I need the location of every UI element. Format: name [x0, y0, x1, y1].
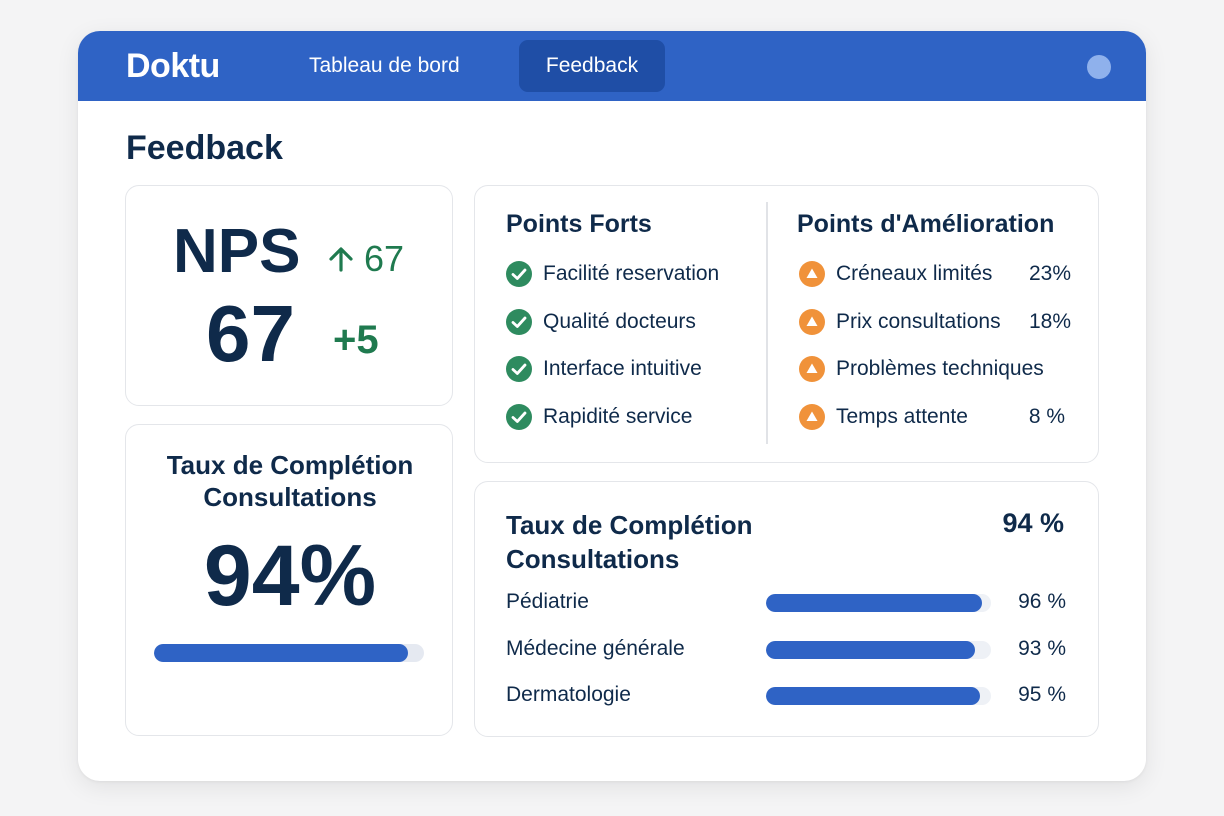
- improvement-item: Prix consultations 18%: [799, 307, 1071, 337]
- department-row: Dermatologie 95 %: [506, 681, 1066, 711]
- department-progress-bar: [766, 594, 991, 612]
- department-progress-fill: [766, 641, 976, 659]
- strength-label: Qualité docteurs: [543, 310, 696, 333]
- page-title: Feedback: [126, 129, 283, 167]
- department-title-line2: Consultations: [506, 544, 680, 574]
- nps-trend-value: 67: [364, 238, 405, 279]
- improvement-label: Prix consultations: [836, 310, 1001, 333]
- department-total-value: 94 %: [1002, 508, 1064, 538]
- improvement-label: Temps attente: [836, 405, 968, 428]
- department-progress-bar: [766, 687, 991, 705]
- department-progress-fill: [766, 594, 982, 612]
- completion-title: Taux de Complétion Consultations: [126, 449, 454, 513]
- nav-tab-tableau-de-bord[interactable]: Tableau de bord: [287, 40, 482, 92]
- department-name: Médecine générale: [506, 637, 685, 660]
- strength-label: Interface intuitive: [543, 357, 702, 380]
- improvement-pct: 23%: [1028, 262, 1071, 285]
- department-pct: 95 %: [1018, 683, 1066, 706]
- user-avatar[interactable]: [1087, 55, 1111, 79]
- column-divider: [766, 202, 768, 444]
- completion-value: 94%: [203, 528, 377, 624]
- completion-progress-bar: [154, 644, 424, 662]
- completion-progress-fill: [154, 644, 408, 662]
- points-card: Points Forts Points d'Amélioration Facil…: [474, 185, 1099, 463]
- warning-triangle-icon: [799, 356, 825, 382]
- improvement-pct: 8 %: [1028, 405, 1065, 428]
- improvement-label: Créneaux limités: [836, 262, 993, 285]
- department-progress-bar: [766, 641, 991, 659]
- improvement-item: Problèmes techniques: [799, 354, 1071, 384]
- nps-delta: +5: [333, 318, 379, 362]
- department-name: Pédiatrie: [506, 590, 589, 613]
- app-window: Doktu Tableau de bord Feedback Feedback …: [78, 31, 1146, 781]
- department-completion-title: Taux de Complétion Consultations: [506, 508, 753, 576]
- strength-label: Facilité reservation: [543, 262, 720, 285]
- warning-triangle-icon: [799, 309, 825, 335]
- completion-card: Taux de Complétion Consultations 94%: [125, 424, 453, 736]
- arrow-up-icon: [329, 247, 353, 272]
- nps-score: 67: [206, 289, 295, 378]
- improvement-pct: 18%: [1028, 310, 1071, 333]
- warning-triangle-icon: [799, 404, 825, 430]
- department-title-line1: Taux de Complétion: [506, 510, 753, 540]
- completion-title-line1: Taux de Complétion: [166, 450, 414, 480]
- check-circle-icon: [506, 356, 532, 382]
- department-completion-card: Taux de Complétion Consultations 94 % Pé…: [474, 481, 1099, 737]
- check-circle-icon: [506, 309, 532, 335]
- nav-tab-feedback[interactable]: Feedback: [519, 40, 665, 92]
- department-row: Médecine générale 93 %: [506, 635, 1066, 665]
- completion-title-line2: Consultations: [203, 482, 377, 512]
- improvements-title: Points d'Amélioration: [797, 210, 1055, 238]
- warning-triangle-icon: [799, 261, 825, 287]
- strength-label: Rapidité service: [543, 405, 693, 428]
- top-navbar: Doktu Tableau de bord Feedback: [78, 31, 1146, 101]
- department-name: Dermatologie: [506, 683, 631, 706]
- strength-item: Qualité docteurs: [506, 307, 696, 337]
- nps-card: NPS 67 67 +5: [125, 185, 453, 406]
- improvement-item: Créneaux limités 23%: [799, 259, 1071, 289]
- department-pct: 93 %: [1018, 637, 1066, 660]
- strength-item: Rapidité service: [506, 402, 692, 432]
- strength-item: Facilité reservation: [506, 259, 719, 289]
- department-progress-fill: [766, 687, 980, 705]
- brand-logo[interactable]: Doktu: [126, 47, 220, 86]
- improvement-item: Temps attente 8 %: [799, 402, 1071, 432]
- strength-item: Interface intuitive: [506, 354, 702, 384]
- improvement-label: Problèmes techniques: [836, 357, 1044, 380]
- department-pct: 96 %: [1018, 590, 1066, 613]
- nps-label: NPS: [173, 217, 301, 286]
- check-circle-icon: [506, 404, 532, 430]
- department-row: Pédiatrie 96 %: [506, 588, 1066, 618]
- check-circle-icon: [506, 261, 532, 287]
- strengths-title: Points Forts: [506, 210, 652, 238]
